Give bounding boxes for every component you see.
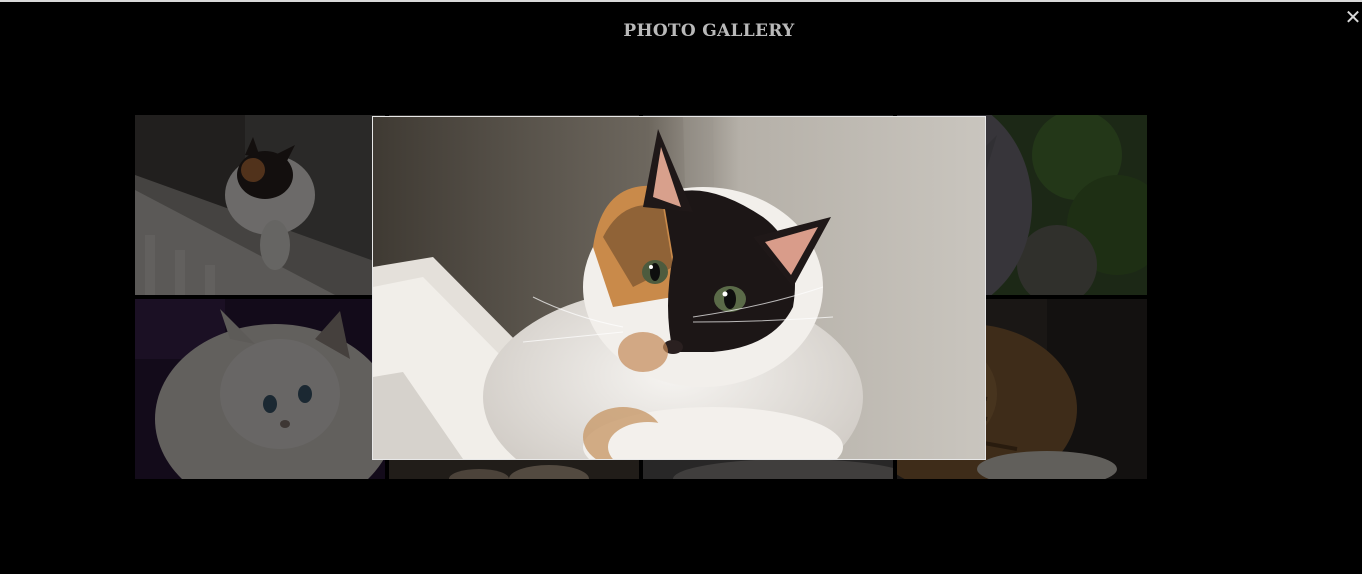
thumbnail-calico-cat-on-railing[interactable] — [135, 115, 385, 295]
active-image-viewer[interactable] — [372, 116, 986, 460]
calico-cat-photo — [373, 117, 985, 459]
thumbnail-fluffy-white-cat[interactable] — [135, 299, 385, 479]
top-divider — [0, 0, 1362, 2]
gallery-lightbox: PHOTO GALLERY ✕ — [0, 0, 1362, 574]
close-icon[interactable]: ✕ — [1344, 6, 1362, 28]
gallery-title: PHOTO GALLERY — [623, 21, 795, 41]
